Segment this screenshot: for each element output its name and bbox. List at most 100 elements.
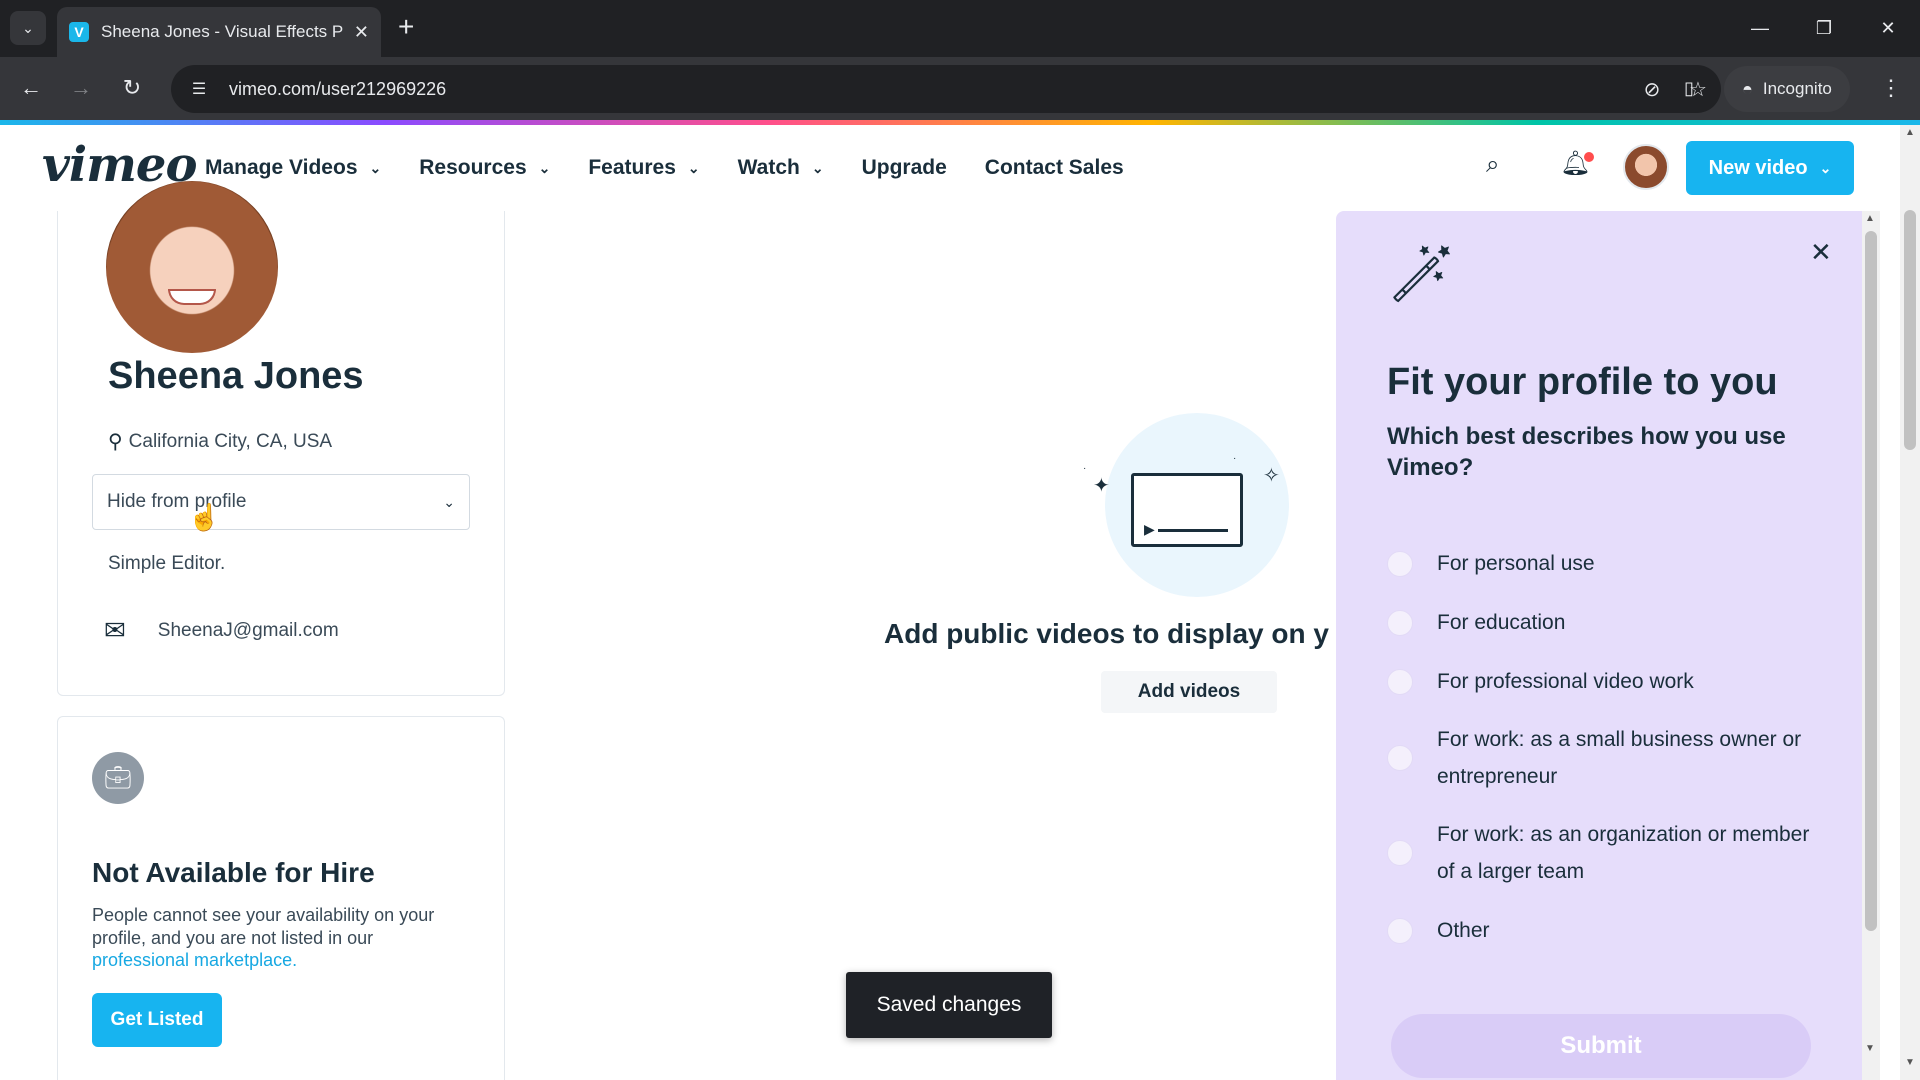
restore-icon[interactable]: ❐ [1792,0,1856,57]
hire-description: People cannot see your availability on y… [92,905,435,948]
browser-tab-bar: ⌄ V Sheena Jones - Visual Effects P ✕ + … [0,0,1920,57]
radio-button[interactable] [1387,550,1413,577]
address-bar[interactable]: ☰ vimeo.com/user212969226 ⊘ ☆ [171,65,1721,113]
marketplace-link[interactable]: professional marketplace. [92,950,297,971]
chevron-down-icon: ⌄ [687,159,700,176]
visibility-value: Hide from profile [107,491,247,512]
email-text: SheenaJ@gmail.com [157,619,339,641]
search-icon[interactable]: ⌕ [1486,151,1499,179]
photo-smile [168,289,216,305]
panel-scrollbar-thumb[interactable] [1865,231,1877,931]
visibility-select[interactable]: Hide from profile ⌄ [92,474,470,530]
nav-contact-sales[interactable]: Contact Sales [985,156,1124,180]
window-controls: — ❐ ✕ [1728,0,1920,57]
submit-button[interactable]: Submit [1391,1014,1811,1078]
side-panel-icon[interactable]: ▯ [1672,71,1706,105]
chevron-down-icon: ⌄ [443,493,455,510]
scroll-down-icon[interactable]: ▼ [1905,1057,1915,1068]
eye-off-icon[interactable]: ⊘ [1629,77,1675,102]
site-header: vimeo Manage Videos ⌄ Resources ⌄ Features… [0,125,1900,211]
option-label: Other [1437,919,1490,942]
tab-search-chevron-icon[interactable]: ⌄ [10,11,46,45]
nav-label: Resources [419,156,527,179]
site-settings-icon[interactable]: ☰ [179,65,219,113]
hire-card: 💼︎ Not Available for Hire People cannot … [57,716,505,1080]
reload-icon[interactable]: ↻ [115,71,149,105]
sparkle-icon: · [1083,463,1087,474]
sparkle-icon: · [1233,453,1237,464]
page-scrollbar-thumb[interactable] [1904,210,1916,450]
option-label: For work: as a small business owner or e… [1437,728,1802,788]
profile-photo[interactable] [106,181,278,353]
browser-menu-icon[interactable]: ⋮ [1876,71,1906,105]
option-other[interactable]: Other [1387,912,1827,949]
simple-editor-note: Simple Editor. [108,553,226,574]
option-label: For professional video work [1437,670,1694,693]
incognito-icon: ◓ [1742,78,1753,99]
minimize-icon[interactable]: — [1728,0,1792,57]
new-video-button[interactable]: New video ⌄ [1686,141,1854,195]
nav-upgrade[interactable]: Upgrade [862,156,947,180]
sparkle-icon: ✦ [1093,475,1110,497]
page-scrollbar[interactable]: ▲ ▼ [1900,125,1920,1080]
profile-card: Sheena Jones ⚲ California City, CA, USA … [57,181,505,696]
scroll-up-icon[interactable]: ▲ [1865,213,1875,224]
url-text[interactable]: vimeo.com/user212969226 [229,79,1629,100]
chevron-down-icon: ⌄ [538,159,551,176]
play-icon: ▶ [1144,521,1155,537]
add-videos-button[interactable]: Add videos [1101,671,1277,713]
video-screen-icon: ▶ [1131,473,1243,547]
sparkle-icon: ✧ [1263,465,1280,487]
hire-title: Not Available for Hire [92,857,375,888]
vimeo-favicon-icon: V [69,22,89,42]
window-close-icon[interactable]: ✕ [1856,0,1920,57]
incognito-badge[interactable]: ◓ Incognito [1724,66,1850,112]
location-text: California City, CA, USA [128,430,333,452]
radio-button[interactable] [1387,840,1413,866]
new-tab-plus-icon[interactable]: + [398,12,414,42]
nav-resources[interactable]: Resources ⌄ [419,156,550,180]
scroll-up-icon[interactable]: ▲ [1905,127,1915,138]
nav-label: Manage Videos [205,156,358,179]
magic-wand-icon: 🪄︎ [1386,242,1458,305]
browser-tab-active[interactable]: V Sheena Jones - Visual Effects P ✕ [57,7,381,57]
forward-arrow-icon[interactable]: → [64,71,98,105]
option-small-business[interactable]: For work: as a small business owner or e… [1387,721,1827,795]
back-arrow-icon[interactable]: ← [14,71,48,105]
option-label: For personal use [1437,552,1595,575]
close-icon[interactable]: ✕ [1810,237,1832,268]
scroll-down-icon[interactable]: ▼ [1865,1043,1875,1054]
option-organization[interactable]: For work: as an organization or member o… [1387,816,1827,890]
nav-watch[interactable]: Watch ⌄ [738,156,824,180]
nav-label: Watch [737,156,800,179]
briefcase-icon: 💼︎ [92,752,144,804]
saved-changes-toast: Saved changes [846,972,1052,1038]
user-avatar[interactable] [1623,144,1669,190]
nav-features[interactable]: Features ⌄ [588,156,699,180]
nav-label: Upgrade [861,156,947,179]
progress-line [1158,529,1228,532]
radio-button[interactable] [1387,917,1413,944]
email-row: ✉ SheenaJ@gmail.com [104,615,339,646]
tab-close-icon[interactable]: ✕ [354,22,369,43]
chevron-down-icon: ⌄ [1819,159,1832,176]
nav-manage-videos[interactable]: Manage Videos ⌄ [205,156,381,180]
main-nav: Manage Videos ⌄ Resources ⌄ Features ⌄ Watc… [205,125,1162,211]
option-personal-use[interactable]: For personal use [1387,545,1827,582]
option-education[interactable]: For education [1387,604,1827,641]
empty-videos-illustration: ▶ ✦ ✧ · · [1083,413,1293,598]
panel-scrollbar[interactable]: ▲ ▼ [1862,211,1880,1080]
option-label: For education [1437,611,1566,634]
notification-dot [1584,152,1594,162]
radio-button[interactable] [1387,668,1413,695]
radio-button[interactable] [1387,609,1413,636]
hand-cursor-icon: ☝ [188,502,221,532]
option-professional[interactable]: For professional video work [1387,663,1827,700]
chevron-down-icon: ⌄ [811,159,824,176]
radio-button[interactable] [1387,745,1413,771]
panel-title: Fit your profile to you [1387,361,1778,403]
profile-name: Sheena Jones [108,355,364,397]
nav-label: Features [588,156,676,179]
get-listed-button[interactable]: Get Listed [92,993,222,1047]
option-label: For work: as an organization or member o… [1437,823,1810,883]
